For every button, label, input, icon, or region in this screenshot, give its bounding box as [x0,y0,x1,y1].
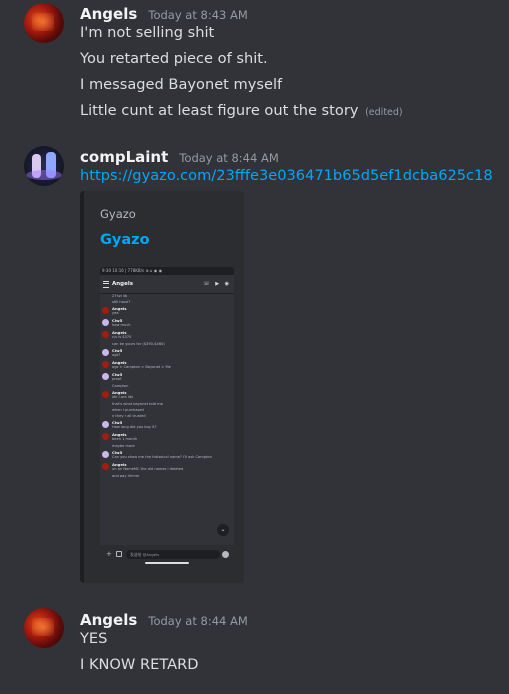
thumb-message-text: been 1 month [112,437,138,441]
thumb-message-row: Clw5 Can you show me the historical name?… [100,450,234,462]
thumb-message-text: how much [112,323,131,327]
thumb-message-text: uh on NameMC the old names i deleted [112,467,184,471]
thumb-message-row: Clw5 how much [100,318,234,330]
message-header: Angels Today at 8:43 AM [80,4,248,23]
message-header: Angels Today at 8:44 AM [80,610,248,629]
link-embed: Gyazo Gyazo 9:30 10:16 | 778KB/s ⊕ ⌂ ◉ ◉… [80,191,244,583]
thumb-input: 发送给 @Angels [126,550,220,559]
thumb-message-text: maybe more [112,444,135,448]
thumb-channel-name: Angels [112,281,133,287]
thumb-message-list: 27hzl lib still have? Angels yea Clw5 how muc… [100,294,234,480]
embed-provider: Gyazo [100,207,136,221]
thumb-message-row: Angels idk I-ont idk [100,390,234,402]
thumb-avatar [102,307,109,314]
thumb-avatar [102,463,109,470]
gift-icon [116,551,122,557]
thumb-message-text: when I purchased [112,408,144,412]
username[interactable]: Angels [80,5,137,23]
emoji-icon [222,551,229,558]
thumb-avatar [102,451,109,458]
edited-label: (edited) [365,107,403,118]
thumb-avatar [102,331,109,338]
thumb-message-row: Clw5 proof [100,372,234,384]
thumb-message-text: and pay hhmm [112,474,140,478]
message-text: I messaged Bayonet myself [80,76,283,93]
thumb-message-text: 27hzl lib [112,294,128,298]
message-text: Little cunt at least figure out the stor… [80,102,359,119]
timestamp: Today at 8:44 AM [179,151,279,165]
embed-title[interactable]: Gyazo [100,232,150,248]
avatar[interactable] [24,146,64,186]
avatar[interactable] [24,3,64,43]
thumb-avatar [102,319,109,326]
thumb-avatar [102,361,109,368]
username[interactable]: compLaint [80,148,168,166]
thumb-message-row: and pay hhmm [100,474,234,480]
thumb-header: Angels ☏ ▶ ◉ [100,275,234,294]
thumb-message-row: Angels ogs > Campton > Bayonet > Me [100,360,234,372]
timestamp: Today at 8:43 AM [148,8,248,22]
message-text: I'm not selling shit [80,24,215,41]
thumb-message-row: Angels yea [100,306,234,318]
thumb-message-text: still have? [112,300,131,304]
username[interactable]: Angels [80,611,137,629]
thumb-message-row: Angels uh on NameMC the old names i delet… [100,462,234,474]
thumb-message-text: How long did you buy it? [112,425,157,429]
thumb-message-row: Angels been 1 month [100,432,234,444]
thumb-message-text: can be yours for ($390-$460) [112,342,165,346]
message-text: You retarted piece of shit. [80,50,268,67]
thumb-message-text: c/s is $370 [112,335,132,339]
thumb-message-text: Can you show me the historical name? I'l… [112,455,212,459]
thumb-message-text: that's what bayonet told me [112,402,163,406]
message-text-line: Little cunt at least figure out the stor… [80,102,403,119]
thumb-message-text: Campton [112,384,129,388]
thumb-avatar [102,433,109,440]
message-text: YES [80,630,108,647]
thumb-message-text: proof [112,377,122,381]
timestamp: Today at 8:44 AM [148,614,248,628]
thumb-message-text: ogs? [112,353,121,357]
thumb-message-row: Clw5 How long did you buy it? [100,420,234,432]
menu-icon [103,280,109,288]
thumb-avatar [102,373,109,380]
message-link-line: https://gyazo.com/23fffe3e036471b65d5ef1… [80,167,493,184]
chevron-down-icon: ⌄ [217,524,229,536]
thumb-status-bar: 9:30 10:16 | 778KB/s ⊕ ⌂ ◉ ◉ [100,267,234,275]
thumb-avatar [102,391,109,398]
message-link[interactable]: https://gyazo.com/23fffe3e036471b65d5ef1… [80,167,493,184]
thumb-message-text: yea [112,311,119,315]
thumb-avatar [102,421,109,428]
thumb-message-text: ogs > Campton > Bayonet > Me [112,365,171,369]
thumb-message-text: idk I-ont idk [112,395,134,399]
message-text: I KNOW RETARD [80,656,199,673]
message-header: compLaint Today at 8:44 AM [80,147,279,166]
plus-icon: + [106,550,112,558]
avatar[interactable] [24,608,64,648]
embed-image[interactable]: 9:30 10:16 | 778KB/s ⊕ ⌂ ◉ ◉ Angels ☏ ▶ … [100,267,234,565]
thumb-message-row: Angels c/s is $370 [100,330,234,342]
thumb-message-row: Clw5 ogs? [100,348,234,360]
thumb-avatar [102,349,109,356]
thumb-message-text: n they r all trusted [112,414,146,418]
home-indicator [145,562,189,564]
call-video-icons: ☏ ▶ ◉ [203,281,231,287]
thumb-input-bar: + 发送给 @Angels [100,545,234,565]
